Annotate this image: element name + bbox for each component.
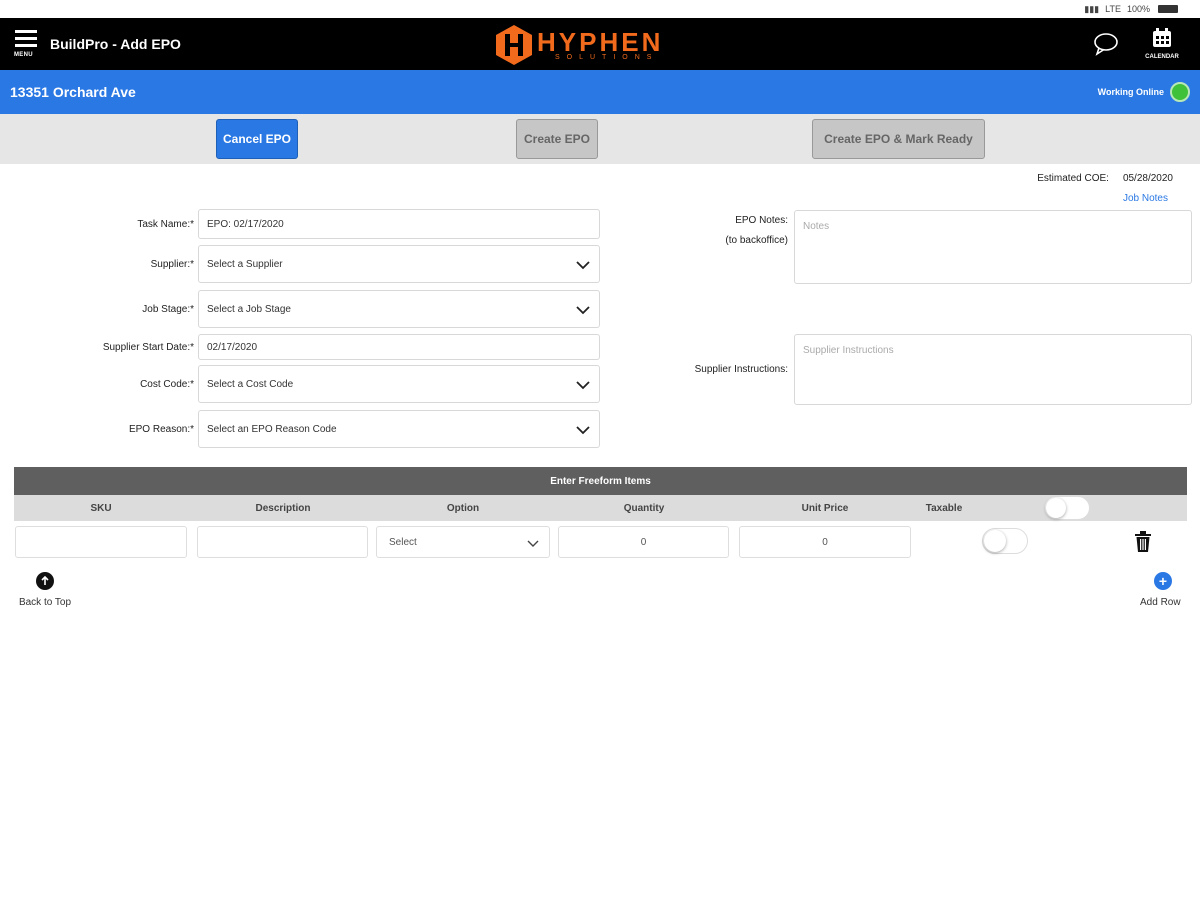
taxable-toggle[interactable] [982,528,1028,554]
cost-code-select[interactable]: Select a Cost Code [198,365,600,403]
create-epo-button[interactable]: Create EPO [516,119,598,159]
toggle-knob [1046,498,1066,518]
column-quantity: Quantity [623,503,665,514]
epo-notes-label-main: EPO Notes: [735,215,788,226]
cancel-epo-button[interactable]: Cancel EPO [216,119,298,159]
delete-row-button[interactable] [1133,531,1153,553]
chevron-down-icon [576,426,590,435]
trash-icon [1135,531,1151,552]
supplier-label: Supplier:* [150,259,194,270]
chat-button[interactable] [1093,32,1119,56]
menu-button[interactable]: MENU [14,30,42,62]
epo-reason-select[interactable]: Select an EPO Reason Code [198,410,600,448]
chevron-down-icon [576,306,590,315]
job-address: 13351 Orchard Ave [10,84,136,100]
supplier-start-date-label: Supplier Start Date:* [102,342,194,353]
description-input[interactable] [197,526,368,558]
sku-input[interactable] [15,526,187,558]
battery-icon [1158,5,1178,13]
device-status-bar: ▮▮▮ LTE 100% [0,0,1200,18]
hyphen-logo-icon [496,25,532,65]
unit-price-input[interactable]: 0 [739,526,911,558]
job-stage-value: Select a Job Stage [207,303,291,315]
quantity-value: 0 [640,536,647,548]
create-epo-mark-ready-button[interactable]: Create EPO & Mark Ready [812,119,985,159]
chevron-down-icon [527,540,539,547]
unit-price-value: 0 [822,536,828,548]
chat-bubble-icon [1094,33,1118,56]
taxable-all-toggle[interactable] [1044,496,1090,520]
supplier-select[interactable]: Select a Supplier [198,245,600,283]
back-to-top-button[interactable]: Back to Top [12,572,78,608]
signal-icon: ▮▮▮ [1084,3,1100,14]
supplier-start-date-input[interactable]: 02/17/2020 [198,334,600,360]
hamburger-line [15,44,37,47]
column-option: Option [446,503,480,514]
estimated-coe: Estimated COE: 05/28/2020 [1037,173,1173,184]
calendar-button[interactable]: CALENDAR [1138,28,1186,64]
column-unit-price: Unit Price [801,503,849,514]
online-status-icon [1170,82,1190,102]
column-taxable: Taxable [925,503,963,514]
hyphen-logo: HYPHEN SOLUTIONS [495,23,663,67]
arrow-up-icon [36,572,54,590]
network-type: LTE [1105,4,1121,14]
task-name-input[interactable]: EPO: 02/17/2020 [198,209,600,239]
option-select[interactable]: Select [376,526,550,558]
hamburger-line [15,37,37,40]
job-stage-label: Job Stage:* [142,304,194,315]
job-notes-link[interactable]: Job Notes [1123,193,1168,204]
connection-status-text: Working Online [1097,87,1164,97]
quantity-input[interactable]: 0 [558,526,729,558]
calendar-label: CALENDAR [1145,54,1179,60]
calendar-icon [1153,28,1171,47]
toggle-knob [984,530,1006,552]
epo-notes-label-sub: (to backoffice) [725,235,788,246]
logo-wordmark: HYPHEN [537,27,664,57]
freeform-items-header: Enter Freeform Items [14,467,1187,495]
column-description: Description [255,503,311,514]
task-name-value: EPO: 02/17/2020 [207,218,284,230]
cost-code-label: Cost Code:* [140,379,194,390]
battery-percent: 100% [1126,4,1150,14]
option-value: Select [389,536,417,548]
add-row-button[interactable]: + Add Row [1130,572,1200,608]
address-bar: 13351 Orchard Ave Working Online [0,70,1200,114]
estimated-coe-label: Estimated COE: [1037,173,1109,184]
supplier-instructions-label: Supplier Instructions: [694,364,788,375]
back-to-top-label: Back to Top [18,597,72,608]
add-row-label: Add Row [1140,597,1181,608]
epo-notes-textarea[interactable]: Notes [794,210,1192,284]
app-header: MENU BuildPro - Add EPO HYPHEN SOLUTIONS [0,18,1200,70]
epo-notes-placeholder: Notes [803,221,830,232]
estimated-coe-value: 05/28/2020 [1122,173,1173,184]
connection-status: Working Online [1098,82,1190,102]
task-name-label: Task Name:* [137,219,194,230]
epo-reason-label: EPO Reason:* [128,424,194,435]
app-title: BuildPro - Add EPO [50,36,181,52]
column-sku: SKU [90,503,112,514]
epo-reason-value: Select an EPO Reason Code [207,423,337,435]
action-toolbar: Cancel EPO Create EPO Create EPO & Mark … [0,114,1200,164]
job-stage-select[interactable]: Select a Job Stage [198,290,600,328]
supplier-start-date-value: 02/17/2020 [207,341,258,353]
chevron-down-icon [576,381,590,390]
supplier-instructions-textarea[interactable]: Supplier Instructions [794,334,1192,405]
freeform-items-title: Enter Freeform Items [550,475,651,487]
epo-notes-label: EPO Notes: (to backoffice) [640,211,788,251]
hamburger-icon [15,30,37,33]
freeform-columns: SKU Description Option Quantity Unit Pri… [14,495,1187,521]
logo-subtext: SOLUTIONS [555,54,659,61]
chevron-down-icon [576,261,590,270]
plus-circle-icon: + [1154,572,1172,590]
supplier-instructions-placeholder: Supplier Instructions [803,345,894,356]
cost-code-value: Select a Cost Code [207,378,294,390]
supplier-value: Select a Supplier [207,258,283,270]
menu-label: MENU [14,52,33,58]
